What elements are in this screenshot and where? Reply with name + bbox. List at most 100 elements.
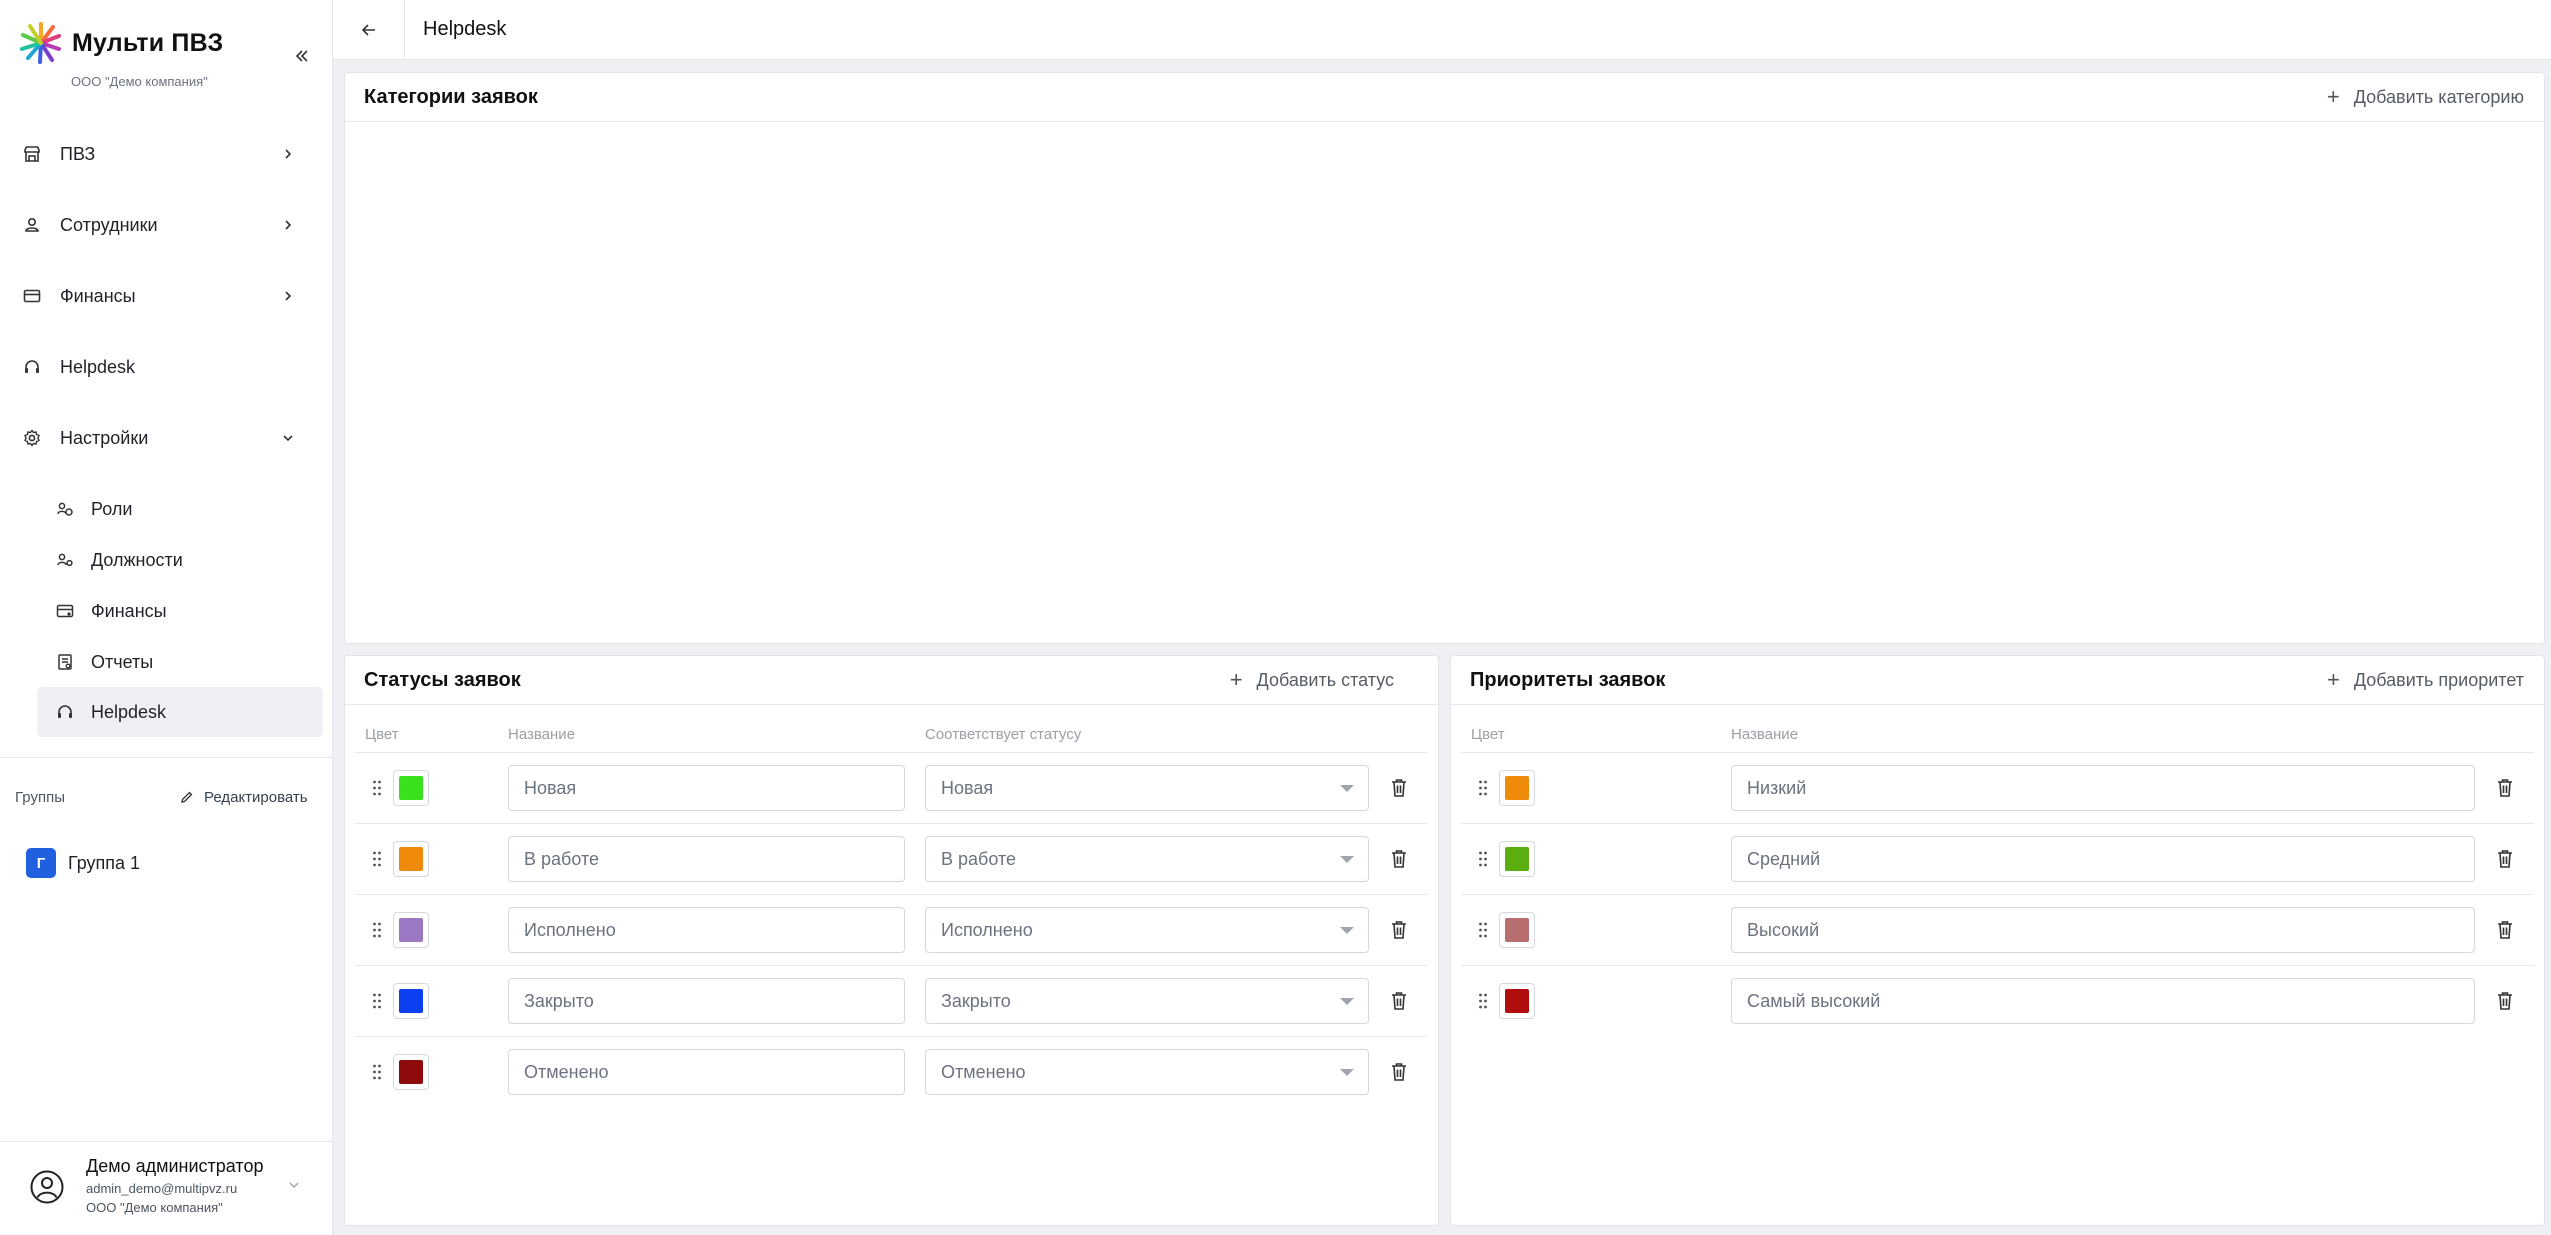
select-value: Новая [941, 777, 994, 798]
status-match-select[interactable]: Закрыто [925, 978, 1369, 1024]
user-icon [20, 213, 44, 237]
select-value: Отменено [941, 1061, 1026, 1082]
chevron-down-icon [276, 426, 300, 450]
edit-groups-button[interactable]: Редактировать [178, 788, 308, 806]
add-category-button[interactable]: + Добавить категорию [2327, 86, 2524, 108]
trash-icon[interactable] [2495, 777, 2515, 799]
color-picker[interactable] [1499, 841, 1535, 877]
categories-panel: Категории заявок + Добавить категорию [344, 72, 2545, 644]
drag-handle-icon[interactable] [372, 921, 382, 939]
priority-name-input[interactable]: Высокий [1731, 907, 2475, 953]
color-picker[interactable] [1499, 983, 1535, 1019]
status-match-select[interactable]: Отменено [925, 1049, 1369, 1095]
trash-icon[interactable] [1389, 919, 1409, 941]
headset-icon [53, 700, 77, 724]
color-picker[interactable] [393, 1054, 429, 1090]
caret-down-icon [1340, 927, 1354, 934]
statuses-panel: Статусы заявок + Добавить статус Цвет На… [344, 655, 1439, 1226]
drag-handle-icon[interactable] [1478, 850, 1488, 868]
drag-handle-icon[interactable] [1478, 779, 1488, 797]
nav-item-finance[interactable]: Финансы [20, 276, 310, 316]
sidebar-item-roles[interactable]: Роли [37, 484, 323, 534]
priority-name-input[interactable]: Средний [1731, 836, 2475, 882]
caret-down-icon [1340, 998, 1354, 1005]
user-company: ООО "Демо компания" [86, 1200, 223, 1215]
nav-item-employees[interactable]: Сотрудники [20, 205, 310, 245]
trash-icon[interactable] [2495, 848, 2515, 870]
user-menu[interactable]: Демо администратор admin_demo@multipvz.r… [30, 1156, 320, 1215]
chevron-right-icon [276, 284, 300, 308]
column-color: Цвет [365, 726, 399, 743]
status-name-input[interactable]: Новая [508, 765, 905, 811]
sidebar-item-label: Helpdesk [91, 701, 167, 722]
color-swatch [1505, 989, 1529, 1013]
sidebar-item-positions[interactable]: Должности [37, 535, 323, 585]
nav-item-pvz[interactable]: ПВЗ [20, 134, 310, 174]
collapse-sidebar-button[interactable] [290, 44, 314, 68]
brand[interactable]: Мульти ПВЗ [20, 22, 223, 64]
add-priority-button[interactable]: + Добавить приоритет [2327, 669, 2524, 691]
drag-handle-icon[interactable] [372, 1063, 382, 1081]
color-picker[interactable] [1499, 912, 1535, 948]
color-swatch [1505, 847, 1529, 871]
status-match-select[interactable]: Исполнено [925, 907, 1369, 953]
nav-item-label: Настройки [60, 427, 149, 448]
color-picker[interactable] [393, 912, 429, 948]
add-status-label: Добавить статус [1256, 669, 1394, 690]
drag-handle-icon[interactable] [372, 779, 382, 797]
status-name-input[interactable]: Исполнено [508, 907, 905, 953]
color-swatch [399, 918, 423, 942]
priority-name-input[interactable]: Самый высокий [1731, 978, 2475, 1024]
trash-icon[interactable] [2495, 919, 2515, 941]
group-item[interactable]: Г Группа 1 [26, 848, 140, 878]
color-picker[interactable] [1499, 770, 1535, 806]
table-row: Исполнено Исполнено [355, 895, 1428, 966]
trash-icon[interactable] [1389, 777, 1409, 799]
status-name-input[interactable]: Закрыто [508, 978, 905, 1024]
sidebar-item-label: Должности [91, 549, 183, 570]
add-category-label: Добавить категорию [2353, 86, 2524, 107]
page-title: Helpdesk [423, 18, 507, 40]
positions-icon [53, 548, 77, 572]
color-swatch [399, 1060, 423, 1084]
drag-handle-icon[interactable] [1478, 921, 1488, 939]
add-status-button[interactable]: + Добавить статус [1230, 669, 1394, 691]
status-match-select[interactable]: В работе [925, 836, 1369, 882]
back-button[interactable] [333, 0, 405, 60]
finance-settings-icon [53, 599, 77, 623]
color-picker[interactable] [393, 770, 429, 806]
color-swatch [1505, 776, 1529, 800]
color-picker[interactable] [393, 841, 429, 877]
chevron-right-icon [276, 213, 300, 237]
column-matches: Соответствует статусу [925, 726, 1082, 743]
priority-name-input[interactable]: Низкий [1731, 765, 2475, 811]
priorities-columns: Цвет Название [1461, 705, 2534, 753]
sidebar-item-helpdesk-settings[interactable]: Helpdesk [37, 687, 323, 737]
drag-handle-icon[interactable] [1478, 992, 1488, 1010]
nav-item-helpdesk[interactable]: Helpdesk [20, 347, 310, 387]
trash-icon[interactable] [1389, 1061, 1409, 1083]
nav-item-label: Сотрудники [60, 214, 158, 235]
color-picker[interactable] [393, 983, 429, 1019]
drag-handle-icon[interactable] [372, 850, 382, 868]
trash-icon[interactable] [2495, 990, 2515, 1012]
caret-down-icon [1340, 785, 1354, 792]
store-icon [20, 142, 44, 166]
brand-logo-icon [20, 22, 61, 64]
trash-icon[interactable] [1389, 990, 1409, 1012]
nav-item-label: Helpdesk [60, 356, 136, 377]
nav-item-settings[interactable]: Настройки [20, 418, 310, 458]
sidebar-item-finance-settings[interactable]: Финансы [37, 586, 323, 636]
select-value: Закрыто [941, 990, 1011, 1011]
priority-rows: Низкий Средний Высокий Самый высокий [1451, 753, 2544, 1037]
trash-icon[interactable] [1389, 848, 1409, 870]
user-info: Демо администратор admin_demo@multipvz.r… [86, 1156, 263, 1215]
user-email: admin_demo@multipvz.ru [86, 1181, 238, 1196]
sidebar-item-reports[interactable]: Отчеты [37, 637, 323, 687]
drag-handle-icon[interactable] [372, 992, 382, 1010]
priorities-panel: Приоритеты заявок + Добавить приоритет Ц… [1450, 655, 2545, 1226]
status-name-input[interactable]: Отменено [508, 1049, 905, 1095]
color-swatch [1505, 918, 1529, 942]
status-match-select[interactable]: Новая [925, 765, 1369, 811]
status-name-input[interactable]: В работе [508, 836, 905, 882]
